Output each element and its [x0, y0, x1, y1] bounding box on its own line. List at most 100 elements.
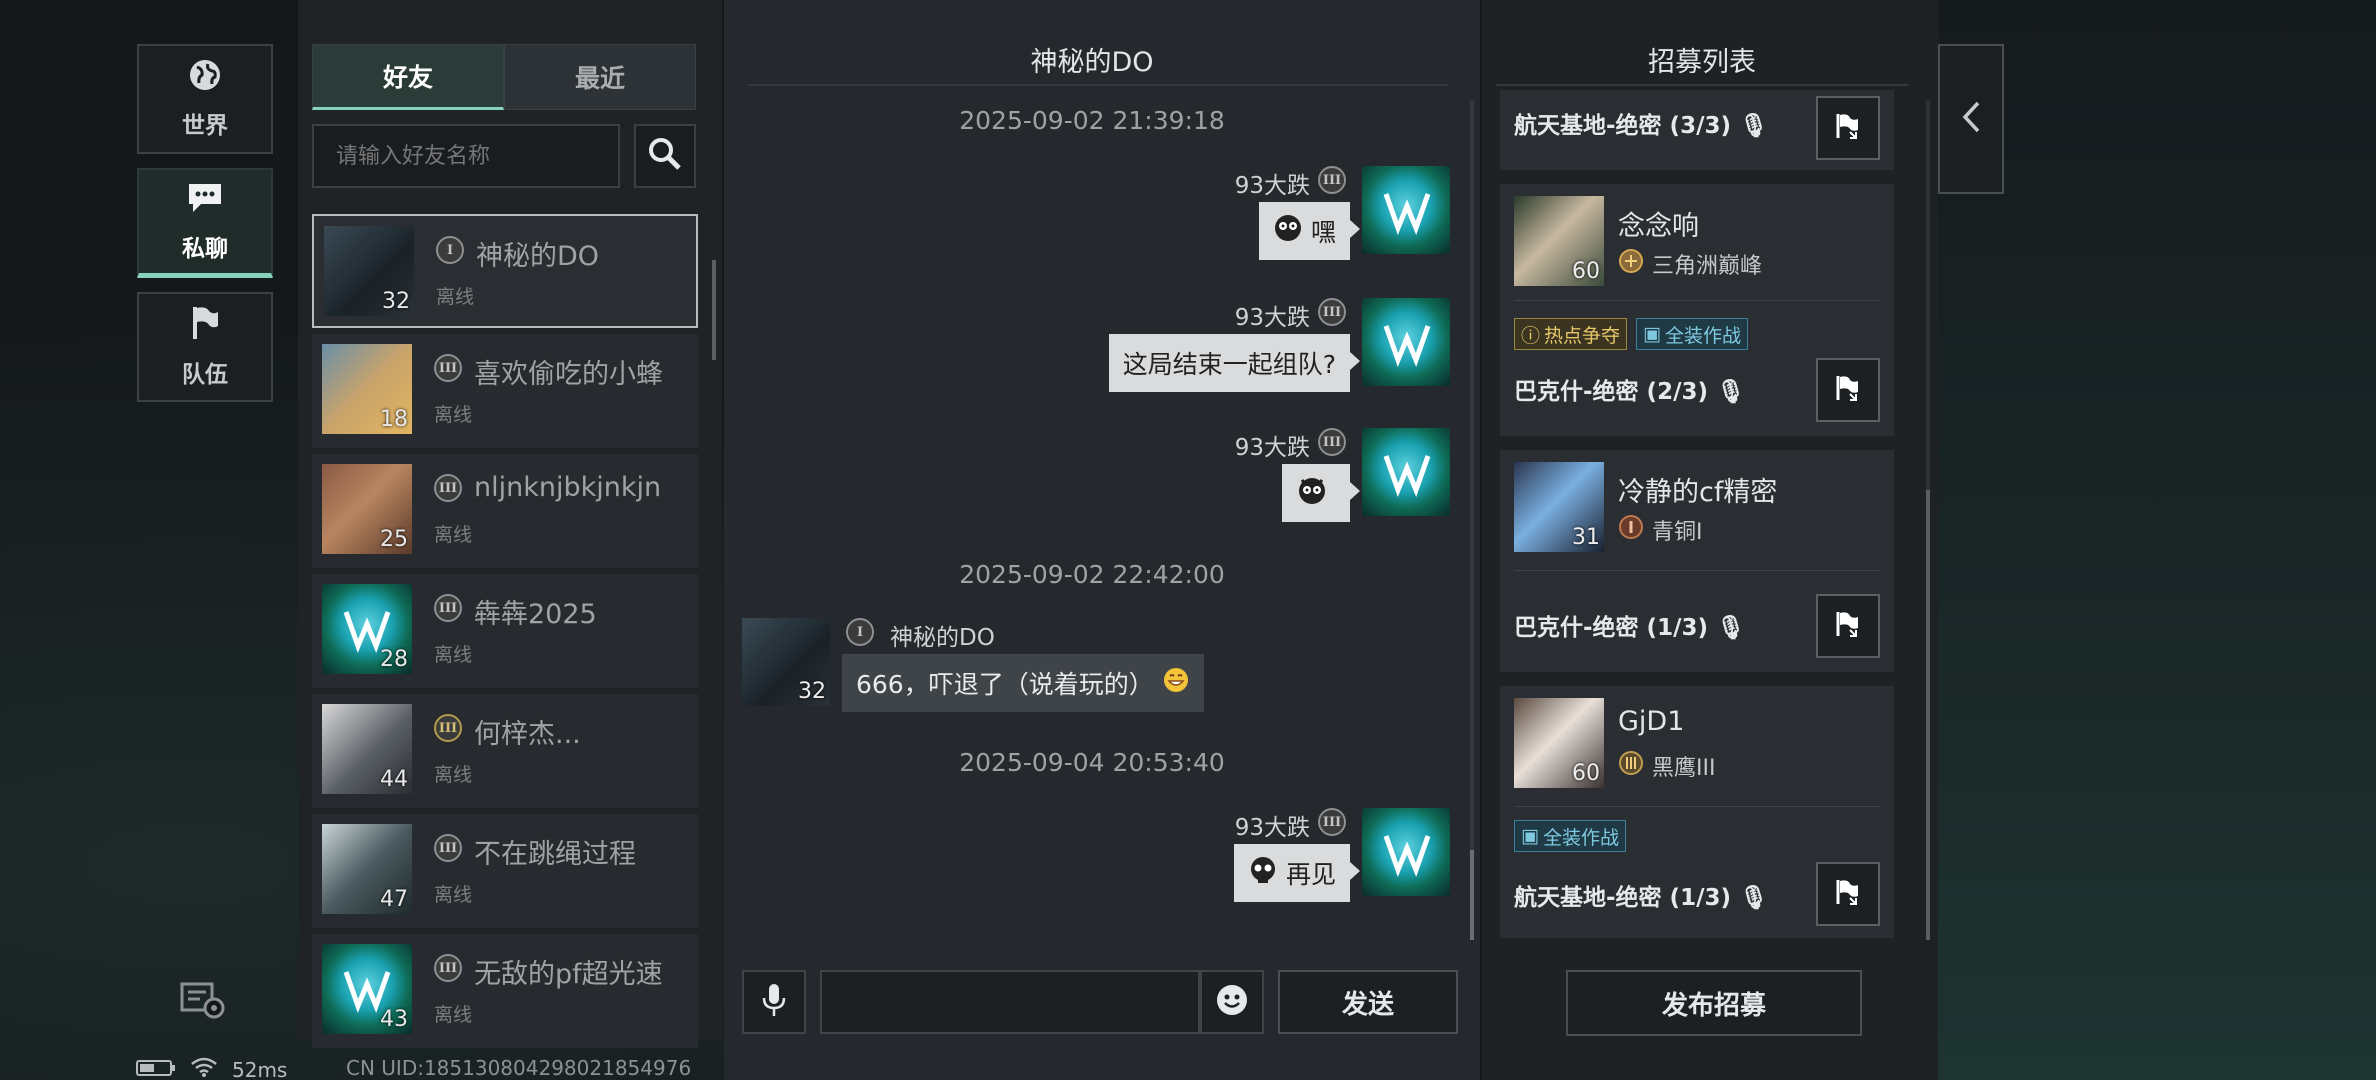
- friend-status: 离线: [436, 286, 475, 308]
- avatar-level: 47: [380, 887, 408, 912]
- tag-hot-contest: ⓘ 热点争夺: [1514, 318, 1628, 350]
- rank-icon: III: [1318, 298, 1346, 326]
- avatar-level: 60: [1572, 761, 1600, 786]
- message-bubble[interactable]: 666，吓退了（说着玩的）: [842, 654, 1204, 712]
- emoji-button[interactable]: [1200, 970, 1264, 1034]
- sender-name: 93大跌: [1234, 305, 1310, 331]
- friend-status: 离线: [434, 524, 473, 546]
- recruiter-rank: 青铜I: [1618, 514, 1703, 546]
- friend-item[interactable]: 43 III 无敌的pf超光速 离线: [312, 934, 698, 1048]
- collapse-panel-button[interactable]: [1938, 44, 2004, 194]
- divider: [1496, 84, 1908, 86]
- tab-recent[interactable]: 最近: [504, 44, 696, 110]
- emoji-face-icon: [1273, 213, 1303, 249]
- avatar-level: 44: [380, 767, 408, 792]
- rank-icon: I: [436, 236, 464, 264]
- avatar: [1362, 166, 1450, 254]
- join-team-button[interactable]: [1816, 358, 1880, 422]
- avatar: 25: [322, 464, 412, 554]
- chevron-left-icon: [1960, 99, 1982, 139]
- friend-item[interactable]: 44 III 何梓杰... 离线: [312, 694, 698, 808]
- publish-recruit-button[interactable]: 发布招募: [1566, 970, 1862, 1036]
- chat-message-other: 32 I 神秘的DO 666，吓退了（说着玩的）: [742, 618, 1342, 718]
- avatar-level: 32: [382, 289, 410, 314]
- recruit-map: 航天基地-绝密 (1/3) 🎙: [1514, 885, 1769, 911]
- friend-list-scrollbar[interactable]: [712, 260, 716, 360]
- join-team-button[interactable]: [1816, 862, 1880, 926]
- tab-friends[interactable]: 好友: [312, 44, 504, 110]
- friend-status: 离线: [434, 764, 473, 786]
- chat-bubble-icon: [186, 181, 224, 219]
- wifi-icon: [190, 1056, 218, 1080]
- voice-button[interactable]: [742, 970, 806, 1034]
- friend-status: 离线: [434, 884, 473, 906]
- message-input[interactable]: [820, 970, 1200, 1034]
- avatar: 43: [322, 944, 412, 1034]
- microphone-icon: [761, 982, 787, 1022]
- friend-item[interactable]: 47 III 不在跳绳过程 离线: [312, 814, 698, 928]
- mic-icon: 🎙: [1716, 379, 1746, 405]
- rank-icon: III: [434, 594, 462, 622]
- recruit-scrollbar[interactable]: [1926, 490, 1930, 940]
- friend-item[interactable]: 18 III 喜欢偷吃的小蜂 离线: [312, 334, 698, 448]
- sender-name: 93大跌: [1234, 815, 1310, 841]
- friend-name: 无敌的pf超光速: [474, 959, 663, 990]
- message-bubble[interactable]: 嘿: [1258, 202, 1361, 260]
- divider: [1514, 570, 1880, 571]
- settings-icon[interactable]: [180, 980, 228, 1024]
- recruit-map: 航天基地-绝密 (3/3) 🎙: [1514, 113, 1769, 139]
- friend-item[interactable]: 25 III nljnknjbkjnkjn 离线: [312, 454, 698, 568]
- rank-icon: I: [846, 618, 874, 646]
- message-bubble[interactable]: [1282, 464, 1360, 522]
- recruiter-name: 念念响: [1618, 211, 1699, 242]
- sender-name: 93大跌: [1234, 435, 1310, 461]
- nav-world-label: 世界: [182, 113, 228, 139]
- avatar: 18: [322, 344, 412, 434]
- mic-icon: 🎙: [1739, 885, 1769, 911]
- message-bubble[interactable]: 再见: [1233, 844, 1361, 902]
- friend-name: 喜欢偷吃的小蜂: [474, 359, 663, 390]
- nav-world[interactable]: 世界: [137, 44, 273, 154]
- message-bubble[interactable]: 这局结束一起组队?: [1108, 334, 1361, 392]
- chat-scrollbar[interactable]: [1470, 850, 1474, 940]
- avatar: 47: [322, 824, 412, 914]
- avatar: [1362, 808, 1450, 896]
- rank-icon: III: [1318, 808, 1346, 836]
- globe-icon: [188, 58, 222, 96]
- avatar: [1362, 428, 1450, 516]
- friend-status: 离线: [434, 404, 473, 426]
- avatar-level: 31: [1572, 525, 1600, 550]
- friend-search-input[interactable]: [312, 124, 620, 188]
- friend-name: 不在跳绳过程: [474, 839, 636, 870]
- divider: [748, 84, 1448, 86]
- friend-name: 犇犇2025: [474, 599, 597, 630]
- mic-icon: 🎙: [1739, 113, 1769, 139]
- rank-icon: III: [434, 474, 462, 502]
- message-text: 666，吓退了（说着玩的）: [856, 670, 1154, 699]
- avatar: [1362, 298, 1450, 386]
- status-bar: 52ms: [136, 1056, 287, 1080]
- divider: [1514, 806, 1880, 807]
- chat-title: 神秘的DO: [1030, 47, 1154, 78]
- chat-input-bar: 发送: [742, 970, 1458, 1036]
- sender-name: 神秘的DO: [890, 625, 995, 651]
- friend-name: nljnknjbkjnkjn: [474, 472, 662, 503]
- friend-item[interactable]: 28 III 犇犇2025 离线: [312, 574, 698, 688]
- friends-tabs: 好友 最近: [312, 44, 696, 110]
- recruit-map: 巴克什-绝密 (2/3) 🎙: [1514, 379, 1746, 405]
- friend-list: 32 I 神秘的DO 离线 18 III 喜欢偷吃的小蜂 离线 25 III n…: [312, 214, 698, 1054]
- friend-item[interactable]: 32 I 神秘的DO 离线: [312, 214, 698, 328]
- rank-icon: III: [434, 834, 462, 862]
- search-button[interactable]: [634, 124, 696, 188]
- smiley-icon: [1215, 983, 1249, 1021]
- send-button[interactable]: 发送: [1278, 970, 1458, 1034]
- rank-icon: III: [434, 714, 462, 742]
- nav-private-chat-label: 私聊: [182, 235, 228, 262]
- nav-team[interactable]: 队伍: [137, 292, 273, 402]
- rank-badge-icon: [1618, 514, 1644, 546]
- chat-scrollbar-track: [1470, 100, 1474, 940]
- nav-private-chat[interactable]: 私聊: [137, 168, 273, 278]
- uid-text: CN UID:185130804298021854976: [346, 1056, 692, 1080]
- join-team-button[interactable]: [1816, 96, 1880, 160]
- join-team-button[interactable]: [1816, 594, 1880, 658]
